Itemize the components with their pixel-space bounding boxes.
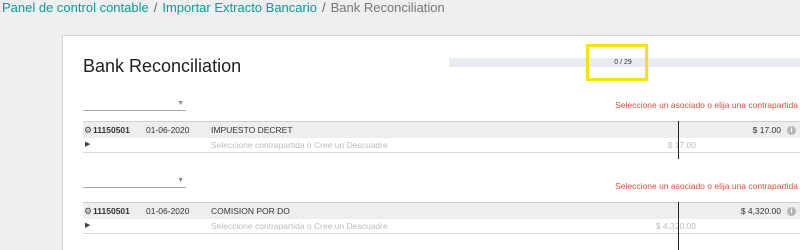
counterpart-amount: $ 17.00 [667, 140, 696, 150]
breadcrumb-current: Bank Reconciliation [330, 0, 445, 15]
breadcrumb-import-statement[interactable]: Importar Extracto Bancario [162, 0, 317, 15]
line-amount: $ 17.00 [752, 125, 781, 135]
breadcrumb-separator: / [321, 0, 326, 15]
column-divider [678, 202, 679, 250]
counterpart-amount: $ 4,320.00 [655, 221, 696, 231]
caret-down-icon: ▼ [177, 177, 184, 184]
line-amount: $ 4,320.00 [740, 206, 781, 216]
breadcrumb: Panel de control contable / Importar Extra… [2, 0, 445, 16]
statement-line[interactable]: ⚙ 11150501 01-06-2020 IMPUESTO DECRET $ … [83, 121, 800, 138]
column-divider [678, 121, 679, 159]
breadcrumb-separator: / [153, 0, 158, 15]
gear-icon[interactable]: ⚙ [84, 203, 93, 219]
page-title: Bank Reconciliation [83, 56, 242, 76]
counterpart-row[interactable]: ▶ Seleccione contrapartida o Cree un Des… [83, 219, 800, 234]
line-reference: 11150501 [93, 206, 130, 216]
line-label: IMPUESTO DECRET [211, 125, 293, 135]
partner-select[interactable]: ▼ [83, 97, 186, 111]
counterpart-placeholder: Seleccione contrapartida o Cree un Descu… [211, 221, 388, 231]
gear-icon[interactable]: ⚙ [84, 122, 93, 138]
info-icon[interactable]: i [787, 126, 796, 135]
breadcrumb-accounting-dashboard[interactable]: Panel de control contable [2, 0, 149, 15]
statement-line[interactable]: ⚙ 11150501 01-06-2020 COMISION POR DO $ … [83, 202, 800, 219]
line-reference: 11150501 [93, 125, 130, 135]
caret-right-icon[interactable]: ▶ [85, 219, 90, 233]
reconciliation-sheet: Bank Reconciliation 0 / 29 ▼ Seleccione … [62, 35, 800, 250]
match-hint[interactable]: Seleccione un asociado o elija una contr… [615, 99, 798, 111]
info-icon[interactable]: i [787, 207, 796, 216]
caret-down-icon: ▼ [177, 100, 184, 107]
counterpart-row[interactable]: ▶ Seleccione contrapartida o Cree un Des… [83, 138, 800, 153]
line-label: COMISION POR DO [211, 206, 290, 216]
caret-right-icon[interactable]: ▶ [85, 138, 90, 152]
line-date: 01-06-2020 [146, 125, 190, 135]
highlight-box [586, 44, 648, 81]
line-date: 01-06-2020 [146, 206, 190, 216]
match-hint[interactable]: Seleccione un asociado o elija una contr… [615, 180, 798, 192]
counterpart-placeholder: Seleccione contrapartida o Cree un Descu… [211, 140, 388, 150]
partner-select[interactable]: ▼ [83, 174, 186, 188]
